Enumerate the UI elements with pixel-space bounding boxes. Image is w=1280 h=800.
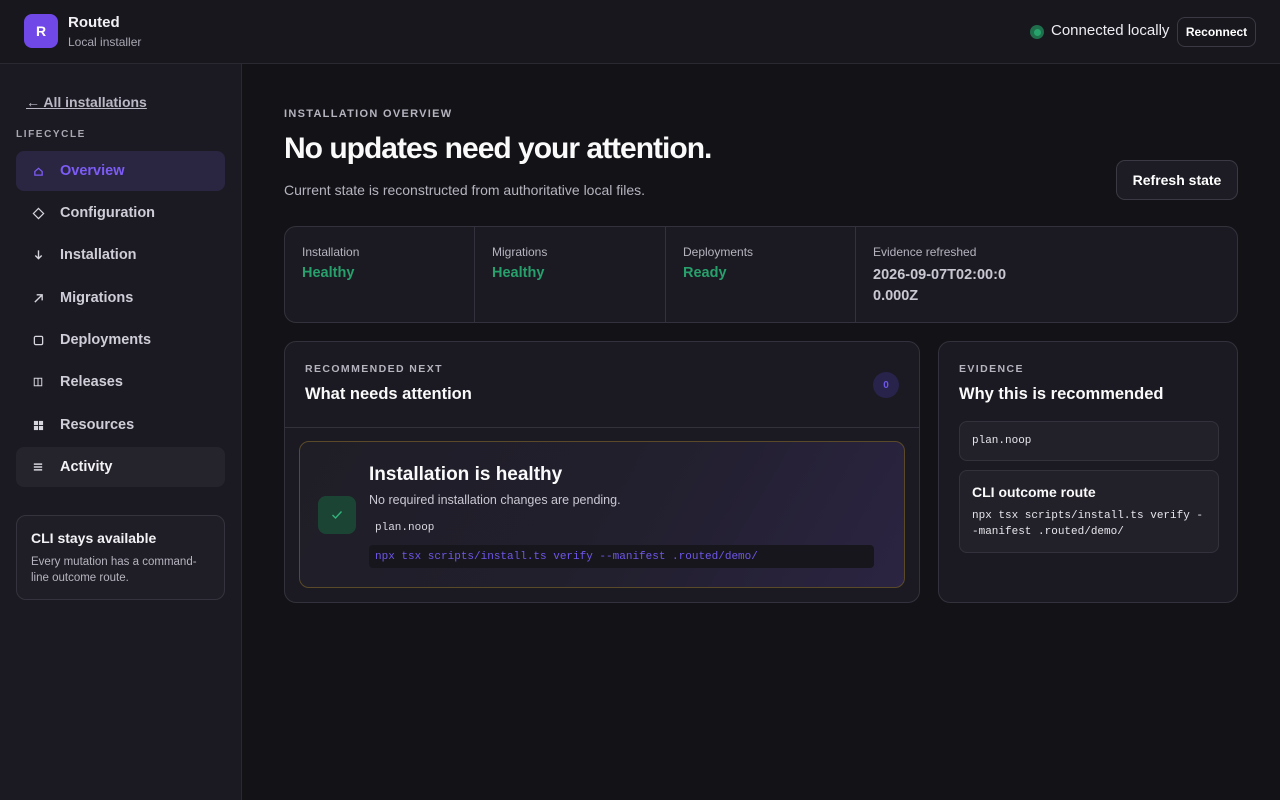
app-name: Routed bbox=[68, 14, 120, 31]
recommended-header: RECOMMENDED NEXT What needs attention 0 bbox=[285, 342, 919, 428]
cli-card-body: Every mutation has a command-line outcom… bbox=[31, 556, 197, 584]
sidebar-item-activity[interactable]: Activity bbox=[16, 447, 225, 487]
check-icon bbox=[318, 496, 356, 534]
evidence-title: Why this is recommended bbox=[959, 385, 1164, 403]
top-bar: R Routed Local installer Connected local… bbox=[0, 0, 1280, 64]
sidebar-item-label: Configuration bbox=[60, 205, 156, 221]
arrow-down-icon bbox=[16, 249, 60, 261]
health-status-card[interactable]: Installation is healthy No required inst… bbox=[299, 441, 905, 588]
square-icon bbox=[16, 335, 60, 346]
diamond-icon bbox=[16, 207, 60, 220]
sidebar-item-deployments[interactable]: Deployments bbox=[16, 320, 225, 360]
stat-deployments: Deployments Ready bbox=[666, 227, 856, 322]
recommended-title: What needs attention bbox=[305, 385, 472, 403]
sidebar-item-releases[interactable]: Releases bbox=[16, 362, 225, 402]
connection-status-icon bbox=[1030, 25, 1044, 39]
cli-outcome-route-command[interactable]: npx tsx scripts/install.ts verify --mani… bbox=[972, 508, 1206, 540]
cli-info-card: CLI stays available Every mutation has a… bbox=[16, 515, 225, 600]
sidebar-item-label: Releases bbox=[60, 374, 123, 390]
status-summary: Installation Healthy Migrations Healthy … bbox=[284, 226, 1238, 323]
sidebar-item-label: Activity bbox=[60, 459, 113, 475]
list-icon bbox=[16, 462, 60, 472]
stat-label: Migrations bbox=[492, 245, 548, 259]
sidebar-item-label: Deployments bbox=[60, 332, 152, 348]
home-icon bbox=[16, 166, 60, 177]
main-content: INSTALLATION OVERVIEW No updates need yo… bbox=[242, 64, 1280, 800]
sidebar-item-label: Installation bbox=[60, 247, 137, 263]
stat-installation: Installation Healthy bbox=[285, 227, 475, 322]
lifecycle-section-label: LIFECYCLE bbox=[16, 129, 86, 140]
page-title: No updates need your attention. bbox=[284, 132, 712, 165]
grid-icon bbox=[16, 420, 60, 431]
attention-count-badge: 0 bbox=[873, 372, 899, 398]
evidence-card: EVIDENCE Why this is recommended plan.no… bbox=[938, 341, 1238, 603]
sidebar-item-label: Migrations bbox=[60, 290, 134, 306]
health-plan-id: plan.noop bbox=[375, 522, 435, 534]
stat-evidence-refreshed: Evidence refreshed 2026-09-07T02:00:00.0… bbox=[856, 227, 1026, 322]
evidence-plan-id: plan.noop bbox=[959, 421, 1219, 461]
sidebar-item-overview[interactable]: Overview bbox=[16, 151, 225, 191]
arrow-up-right-icon bbox=[16, 293, 60, 304]
stat-value: 2026-09-07T02:00:00.000Z bbox=[873, 267, 1007, 304]
app-logo: R bbox=[24, 14, 58, 48]
refresh-state-button[interactable]: Refresh state bbox=[1116, 160, 1238, 200]
stat-label: Installation bbox=[302, 245, 360, 259]
reconnect-button[interactable]: Reconnect bbox=[1177, 17, 1256, 47]
cli-card-title: CLI stays available bbox=[31, 530, 157, 546]
stat-value: Healthy bbox=[302, 265, 355, 281]
columns-icon bbox=[16, 377, 60, 387]
connection-status-text: Connected locally bbox=[1051, 22, 1170, 39]
cli-outcome-route: CLI outcome route npx tsx scripts/instal… bbox=[959, 470, 1219, 553]
page-eyebrow: INSTALLATION OVERVIEW bbox=[284, 108, 453, 120]
app-subtitle: Local installer bbox=[68, 35, 142, 49]
sidebar-item-label: Resources bbox=[60, 417, 135, 433]
stat-value: Healthy bbox=[492, 265, 545, 281]
sidebar-item-configuration[interactable]: Configuration bbox=[16, 193, 225, 233]
stat-label: Deployments bbox=[683, 245, 754, 259]
health-title: Installation is healthy bbox=[369, 464, 563, 485]
sidebar-item-resources[interactable]: Resources bbox=[16, 405, 225, 445]
sidebar: ← All installations LIFECYCLE Overview C… bbox=[0, 64, 242, 800]
cli-outcome-route-title: CLI outcome route bbox=[972, 484, 1096, 500]
page-subtitle: Current state is reconstructed from auth… bbox=[284, 182, 646, 198]
stat-migrations: Migrations Healthy bbox=[475, 227, 666, 322]
stat-value: Ready bbox=[683, 265, 727, 281]
all-installations-link[interactable]: ← All installations bbox=[26, 94, 147, 110]
health-command[interactable]: npx tsx scripts/install.ts verify --mani… bbox=[369, 545, 874, 568]
sidebar-item-migrations[interactable]: Migrations bbox=[16, 278, 225, 318]
evidence-eyebrow: EVIDENCE bbox=[959, 363, 1024, 375]
stat-label: Evidence refreshed bbox=[873, 245, 977, 259]
health-subtitle: No required installation changes are pen… bbox=[369, 493, 621, 507]
recommended-next-card: RECOMMENDED NEXT What needs attention 0 … bbox=[284, 341, 920, 603]
recommended-eyebrow: RECOMMENDED NEXT bbox=[305, 363, 443, 375]
sidebar-item-label: Overview bbox=[60, 163, 125, 179]
sidebar-item-installation[interactable]: Installation bbox=[16, 235, 225, 275]
